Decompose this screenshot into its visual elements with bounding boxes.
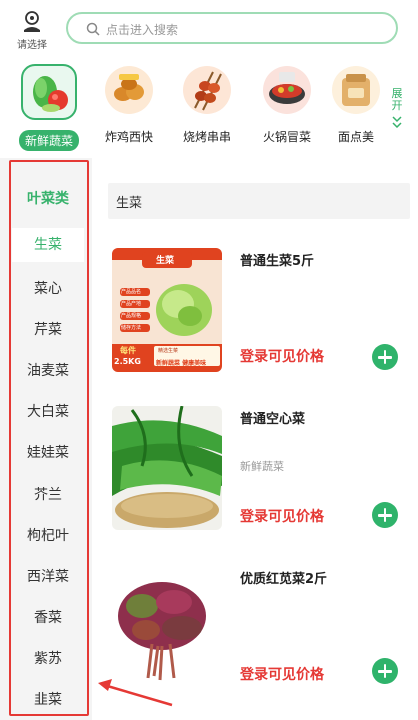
add-to-cart-button[interactable] [372, 502, 398, 528]
hotpot-icon [261, 64, 313, 116]
search-placeholder: 点击进入搜索 [106, 23, 179, 37]
fried-chicken-icon [103, 64, 155, 116]
product-price: 登录可见价格 [240, 667, 324, 683]
category-fried-chicken[interactable]: 炸鸡西快 [94, 64, 164, 145]
sidebar-item-goji-leaf[interactable]: 枸杞叶 [12, 525, 84, 545]
sidebar-item-perilla[interactable]: 紫苏 [12, 648, 84, 668]
sidebar-item-kailan[interactable]: 芥兰 [12, 484, 84, 504]
bbq-skewer-icon [181, 64, 233, 116]
image-note: 精选生菜 [158, 348, 179, 354]
top-bar: 请选择 点击进入搜索 [0, 0, 418, 58]
image-bullet-text: 储存方法 [121, 325, 142, 331]
noodles-icon [330, 64, 382, 116]
expand-label: 展开 [391, 87, 403, 112]
product-image [112, 406, 222, 530]
product-image: 生菜 产品品名 产品产地 产品规格 储存方法 每件 2.5KG 精选生菜 新鲜蔬… [112, 248, 222, 372]
expand-categories-button[interactable]: 展开 [388, 88, 406, 132]
image-weight: 2.5KG [114, 357, 141, 366]
location-picker[interactable]: 请选择 [14, 10, 50, 51]
location-label: 请选择 [17, 40, 47, 51]
add-to-cart-button[interactable] [372, 658, 398, 684]
sidebar-heading: 叶菜类 [27, 191, 69, 207]
category-bbq-skewers[interactable]: 烧烤串串 [172, 64, 242, 145]
sidebar-item-youmai[interactable]: 油麦菜 [12, 360, 84, 380]
image-unit-label: 每件 [120, 346, 136, 355]
image-fresh-text: 新鲜蔬菜 健康美味 [156, 360, 207, 367]
image-bullet-text: 产品产地 [121, 301, 142, 307]
sidebar-item-lettuce[interactable]: 生菜 [12, 228, 84, 262]
category-label: 炸鸡西快 [104, 130, 153, 144]
add-to-cart-button[interactable] [372, 344, 398, 370]
product-name[interactable]: 普通空心菜 [240, 408, 305, 427]
chevron-down-icon [392, 116, 402, 129]
sidebar-item-baby-cabbage[interactable]: 娃娃菜 [12, 442, 84, 462]
product-card[interactable]: 普通空心菜 新鲜蔬菜 登录可见价格 [110, 406, 410, 536]
location-pin-icon [24, 11, 40, 32]
product-name[interactable]: 优质红苋菜2斤 [240, 568, 327, 587]
search-icon [86, 22, 100, 36]
sidebar-item-choy-sum[interactable]: 菜心 [12, 278, 84, 298]
category-label: 新鲜蔬菜 [19, 130, 79, 151]
section-title-bar: 生菜 [108, 183, 410, 219]
category-fresh-vegetables[interactable]: 新鲜蔬菜 [14, 64, 84, 151]
image-banner-text: 生菜 [156, 256, 175, 266]
sidebar-item-watercress[interactable]: 西洋菜 [12, 566, 84, 586]
image-bullet-text: 产品规格 [121, 313, 142, 319]
section-title: 生菜 [116, 196, 143, 211]
product-image [112, 566, 222, 690]
product-name[interactable]: 普通生菜5斤 [240, 250, 314, 269]
annotation-arrow-icon [98, 679, 173, 707]
category-noodles[interactable]: 面点美 [330, 64, 382, 145]
category-label: 烧烤串串 [182, 130, 231, 144]
category-label: 面点美 [337, 130, 374, 144]
product-price: 登录可见价格 [240, 349, 324, 365]
category-hotpot[interactable]: 火锅冒菜 [252, 64, 322, 145]
sidebar-item-chives[interactable]: 韭菜 [12, 689, 84, 709]
category-strip: 新鲜蔬菜 炸鸡西快 烧烤串串 火锅冒菜 面点美 展开 [0, 58, 418, 158]
sidebar-item-celery[interactable]: 芹菜 [12, 319, 84, 339]
sidebar-item-coriander[interactable]: 香菜 [12, 607, 84, 627]
image-bullet-text: 产品品名 [121, 289, 142, 295]
category-label: 火锅冒菜 [262, 130, 311, 144]
search-input[interactable]: 点击进入搜索 [66, 12, 398, 44]
product-tag: 新鲜蔬菜 [240, 460, 284, 473]
vegetables-icon [21, 64, 77, 120]
sidebar-item-napa-cabbage[interactable]: 大白菜 [12, 401, 84, 421]
product-card[interactable]: 生菜 产品品名 产品产地 产品规格 储存方法 每件 2.5KG 精选生菜 新鲜蔬… [110, 248, 410, 378]
product-price: 登录可见价格 [240, 509, 324, 525]
